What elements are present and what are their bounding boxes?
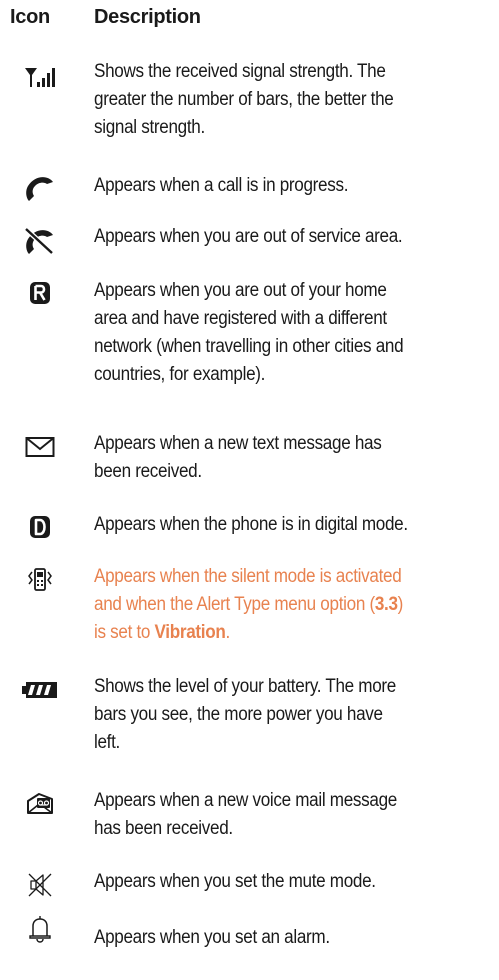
description-line: Appears when you are out of service area… [94, 226, 403, 247]
vibration-option: Vibration [154, 622, 226, 643]
description-line: Appears when you set the mute mode. [94, 871, 376, 892]
description-line: has been received. [94, 818, 233, 839]
roaming-icon [0, 281, 80, 321]
description-line: and when the Alert Type menu option (3.3… [94, 591, 454, 619]
signal-strength-icon [0, 66, 80, 106]
icon-column-header: Icon [10, 6, 50, 28]
digital-mode-icon [0, 515, 80, 555]
description-line: Appears when a new text message has [94, 433, 382, 454]
menu-number: 3.3 [374, 594, 398, 615]
description-line: bars you see, the more power you have [94, 704, 383, 725]
description-line: signal strength. [94, 117, 205, 138]
description-line: left. [94, 732, 120, 753]
description-line: area and have registered with a differen… [94, 308, 387, 329]
description-line: Appears when you set an alarm. [94, 927, 330, 948]
description-line: network (when travelling in other cities… [94, 336, 404, 357]
table-header: Icon Description [0, 6, 499, 32]
description-text: ) [397, 594, 404, 615]
description-line: Appears when a call is in progress. [94, 175, 349, 196]
no-service-icon [0, 227, 80, 267]
description-line: Appears when you are out of your home [94, 280, 387, 301]
description-text: and when the Alert Type menu option ( [94, 594, 375, 615]
description-line: been received. [94, 461, 202, 482]
call-in-progress-icon [0, 176, 80, 216]
description-line: Appears when the phone is in digital mod… [94, 514, 408, 535]
alarm-icon [0, 914, 80, 954]
description-line: Appears when the silent mode is activate… [94, 566, 402, 587]
description-line: Appears when a new voice mail message [94, 790, 397, 811]
voice-mail-icon [0, 791, 80, 831]
description-text: . [225, 622, 230, 643]
description-line: greater the number of bars, the better t… [94, 89, 394, 110]
description-column-header: Description [94, 6, 201, 28]
mute-icon [0, 872, 80, 912]
vibration-icon [0, 567, 80, 607]
text-message-icon [0, 436, 80, 476]
description-line: is set to Vibration. [94, 619, 454, 647]
description-text: is set to [94, 622, 155, 643]
description-line: countries, for example). [94, 364, 266, 385]
description-line: Shows the received signal strength. The [94, 61, 386, 82]
description-line: Shows the level of your battery. The mor… [94, 676, 397, 697]
battery-icon [0, 681, 80, 721]
